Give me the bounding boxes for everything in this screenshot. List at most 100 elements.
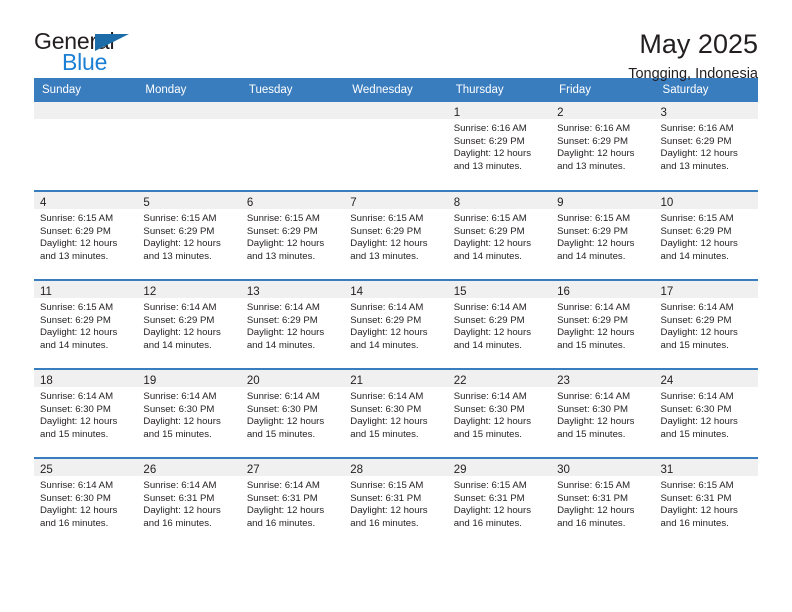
day-sun-info: Sunrise: 6:14 AM Sunset: 6:30 PM Daylight:… [137, 387, 240, 441]
day-cell[interactable]: 3 Sunrise: 6:16 AM Sunset: 6:29 PM Daylight… [654, 102, 758, 190]
day-cell[interactable]: 20 Sunrise: 6:14 AM Sunset: 6:30 PM Dayligh… [240, 370, 345, 457]
sunset-text: Sunset: 6:30 PM [246, 403, 318, 415]
day-sun-info: Sunrise: 6:14 AM Sunset: 6:30 PM Daylight:… [34, 387, 137, 441]
daylight-text-line1: Daylight: 12 hours [557, 148, 635, 160]
page-subtitle-location: Tongging, Indonesia [628, 66, 758, 83]
sunset-text: Sunset: 6:30 PM [143, 403, 215, 415]
daylight-text-line2: and 14 minutes. [40, 339, 109, 351]
sunset-text: Sunset: 6:30 PM [660, 403, 732, 415]
sunset-text: Sunset: 6:29 PM [40, 225, 111, 237]
sunrise-text: Sunrise: 6:14 AM [660, 391, 734, 402]
calendar-day-cell [240, 102, 345, 191]
day-cell[interactable]: 18 Sunrise: 6:14 AM Sunset: 6:30 PM Dayligh… [34, 370, 138, 457]
day-cell[interactable]: 8 Sunrise: 6:15 AM Sunset: 6:29 PM Daylight… [447, 192, 552, 279]
sunset-text: Sunset: 6:30 PM [557, 403, 629, 415]
day-cell[interactable]: 17 Sunrise: 6:14 AM Sunset: 6:29 PM Dayligh… [654, 281, 758, 368]
day-cell[interactable]: 16 Sunrise: 6:14 AM Sunset: 6:29 PM Dayligh… [551, 281, 655, 368]
day-number-band: 30 [551, 459, 655, 476]
day-number: 20 [246, 375, 260, 387]
day-number: 11 [40, 286, 52, 298]
daylight-text-line1: Daylight: 12 hours [453, 327, 532, 339]
daylight-text-line2: and 15 minutes. [557, 428, 626, 440]
day-number-band: 1 [447, 102, 552, 119]
day-cell[interactable]: 11 Sunrise: 6:15 AM Sunset: 6:29 PM Dayligh… [34, 281, 138, 368]
day-sun-info: Sunrise: 6:15 AM Sunset: 6:29 PM Daylight:… [241, 209, 344, 263]
sunrise-text: Sunrise: 6:15 AM [350, 213, 424, 224]
day-sun-info: Sunrise: 6:15 AM Sunset: 6:31 PM Daylight:… [551, 476, 654, 530]
day-number: 15 [453, 286, 467, 298]
day-cell[interactable]: 22 Sunrise: 6:14 AM Sunset: 6:30 PM Dayligh… [447, 370, 552, 457]
sunset-text: Sunset: 6:29 PM [350, 225, 422, 237]
weekday-header-wednesday: Wednesday [344, 78, 448, 102]
daylight-text-line2: and 16 minutes. [246, 517, 316, 529]
calendar-day-cell: 22 Sunrise: 6:14 AM Sunset: 6:30 PM Dayligh… [447, 368, 552, 458]
day-cell[interactable]: 9 Sunrise: 6:15 AM Sunset: 6:29 PM Daylight… [551, 192, 655, 279]
day-cell[interactable]: 4 Sunrise: 6:15 AM Sunset: 6:29 PM Daylight… [34, 192, 138, 279]
day-number-band: 15 [447, 281, 552, 298]
daylight-text-line1: Daylight: 12 hours [350, 238, 428, 250]
day-cell[interactable]: 29 Sunrise: 6:15 AM Sunset: 6:31 PM Dayligh… [447, 459, 552, 547]
day-number: 26 [143, 464, 157, 476]
day-sun-info: Sunrise: 6:15 AM Sunset: 6:29 PM Daylight:… [655, 209, 758, 263]
day-number: 18 [40, 375, 53, 387]
daylight-text-line2: and 15 minutes. [40, 428, 109, 440]
day-number: 31 [660, 464, 674, 476]
day-cell[interactable]: 1 Sunrise: 6:16 AM Sunset: 6:29 PM Daylight… [447, 102, 552, 190]
sunrise-text: Sunrise: 6:16 AM [660, 123, 734, 134]
day-cell[interactable]: 24 Sunrise: 6:14 AM Sunset: 6:30 PM Dayligh… [654, 370, 758, 457]
calendar-day-cell: 3 Sunrise: 6:16 AM Sunset: 6:29 PM Daylight… [654, 102, 758, 191]
daylight-text-line1: Daylight: 12 hours [660, 505, 738, 517]
daylight-text-line2: and 13 minutes. [143, 250, 212, 262]
day-number: 5 [143, 197, 150, 209]
day-cell[interactable]: 27 Sunrise: 6:14 AM Sunset: 6:31 PM Dayligh… [240, 459, 345, 547]
day-cell[interactable]: 10 Sunrise: 6:15 AM Sunset: 6:29 PM Dayligh… [654, 192, 758, 279]
calendar-day-cell: 19 Sunrise: 6:14 AM Sunset: 6:30 PM Dayligh… [137, 368, 241, 458]
calendar-day-cell: 4 Sunrise: 6:15 AM Sunset: 6:29 PM Daylight… [34, 190, 138, 280]
calendar-week-row: 25 Sunrise: 6:14 AM Sunset: 6:30 PM Dayligh… [34, 457, 758, 547]
day-cell[interactable]: 12 Sunrise: 6:14 AM Sunset: 6:29 PM Dayligh… [137, 281, 241, 368]
day-sun-info: Sunrise: 6:15 AM Sunset: 6:29 PM Daylight:… [551, 209, 654, 263]
sunrise-text: Sunrise: 6:14 AM [246, 391, 320, 402]
day-sun-info: Sunrise: 6:15 AM Sunset: 6:31 PM Daylight:… [448, 476, 551, 530]
day-cell[interactable]: 25 Sunrise: 6:14 AM Sunset: 6:30 PM Dayligh… [34, 459, 138, 547]
day-sun-info: Sunrise: 6:14 AM Sunset: 6:31 PM Daylight:… [241, 476, 344, 530]
day-sun-info: Sunrise: 6:15 AM Sunset: 6:31 PM Daylight:… [655, 476, 758, 530]
calendar-day-cell: 23 Sunrise: 6:14 AM Sunset: 6:30 PM Dayligh… [551, 368, 655, 458]
sunrise-text: Sunrise: 6:14 AM [40, 480, 114, 491]
day-cell[interactable]: 2 Sunrise: 6:16 AM Sunset: 6:29 PM Daylight… [551, 102, 655, 190]
day-number: 13 [246, 286, 260, 298]
day-cell[interactable]: 23 Sunrise: 6:14 AM Sunset: 6:30 PM Dayligh… [551, 370, 655, 457]
sunrise-sunset-calendar-table: Sunday Monday Tuesday Wednesday Thursday… [34, 78, 758, 547]
day-cell[interactable]: 19 Sunrise: 6:14 AM Sunset: 6:30 PM Dayligh… [137, 370, 241, 457]
daylight-text-line1: Daylight: 12 hours [40, 505, 118, 517]
daylight-text-line2: and 15 minutes. [660, 428, 729, 440]
calendar-page: General Blue May 2025 Tongging, Indonesi… [0, 0, 792, 612]
day-number-band: 28 [344, 459, 448, 476]
sunrise-text: Sunrise: 6:15 AM [246, 213, 320, 224]
sunset-text: Sunset: 6:31 PM [246, 492, 318, 504]
daylight-text-line2: and 13 minutes. [350, 250, 419, 262]
day-cell[interactable]: 6 Sunrise: 6:15 AM Sunset: 6:29 PM Daylight… [240, 192, 345, 279]
day-cell[interactable]: 5 Sunrise: 6:15 AM Sunset: 6:29 PM Daylight… [137, 192, 241, 279]
day-number-band: 3 [654, 102, 758, 119]
day-cell[interactable]: 26 Sunrise: 6:14 AM Sunset: 6:31 PM Dayligh… [137, 459, 241, 547]
day-number-band [240, 102, 345, 119]
day-number-band: 29 [447, 459, 552, 476]
day-cell[interactable]: 7 Sunrise: 6:15 AM Sunset: 6:29 PM Daylight… [344, 192, 448, 279]
day-sun-info: Sunrise: 6:14 AM Sunset: 6:30 PM Daylight:… [241, 387, 344, 441]
day-cell[interactable]: 15 Sunrise: 6:14 AM Sunset: 6:29 PM Dayligh… [447, 281, 552, 368]
day-cell[interactable]: 28 Sunrise: 6:15 AM Sunset: 6:31 PM Dayligh… [344, 459, 448, 547]
daylight-text-line1: Daylight: 12 hours [660, 238, 738, 250]
day-cell[interactable]: 13 Sunrise: 6:14 AM Sunset: 6:29 PM Dayligh… [240, 281, 345, 368]
day-number-band: 8 [447, 192, 552, 209]
sunrise-text: Sunrise: 6:14 AM [40, 391, 114, 402]
day-cell[interactable]: 21 Sunrise: 6:14 AM Sunset: 6:30 PM Dayligh… [344, 370, 448, 457]
day-number-band: 5 [137, 192, 241, 209]
day-cell[interactable]: 30 Sunrise: 6:15 AM Sunset: 6:31 PM Dayligh… [551, 459, 655, 547]
daylight-text-line2: and 15 minutes. [246, 428, 316, 440]
calendar-day-cell: 25 Sunrise: 6:14 AM Sunset: 6:30 PM Dayligh… [34, 457, 138, 547]
day-cell[interactable]: 14 Sunrise: 6:14 AM Sunset: 6:29 PM Dayligh… [344, 281, 448, 368]
day-number-band: 18 [34, 370, 138, 387]
sunrise-text: Sunrise: 6:14 AM [557, 302, 631, 313]
day-cell[interactable]: 31 Sunrise: 6:15 AM Sunset: 6:31 PM Dayligh… [654, 459, 758, 547]
